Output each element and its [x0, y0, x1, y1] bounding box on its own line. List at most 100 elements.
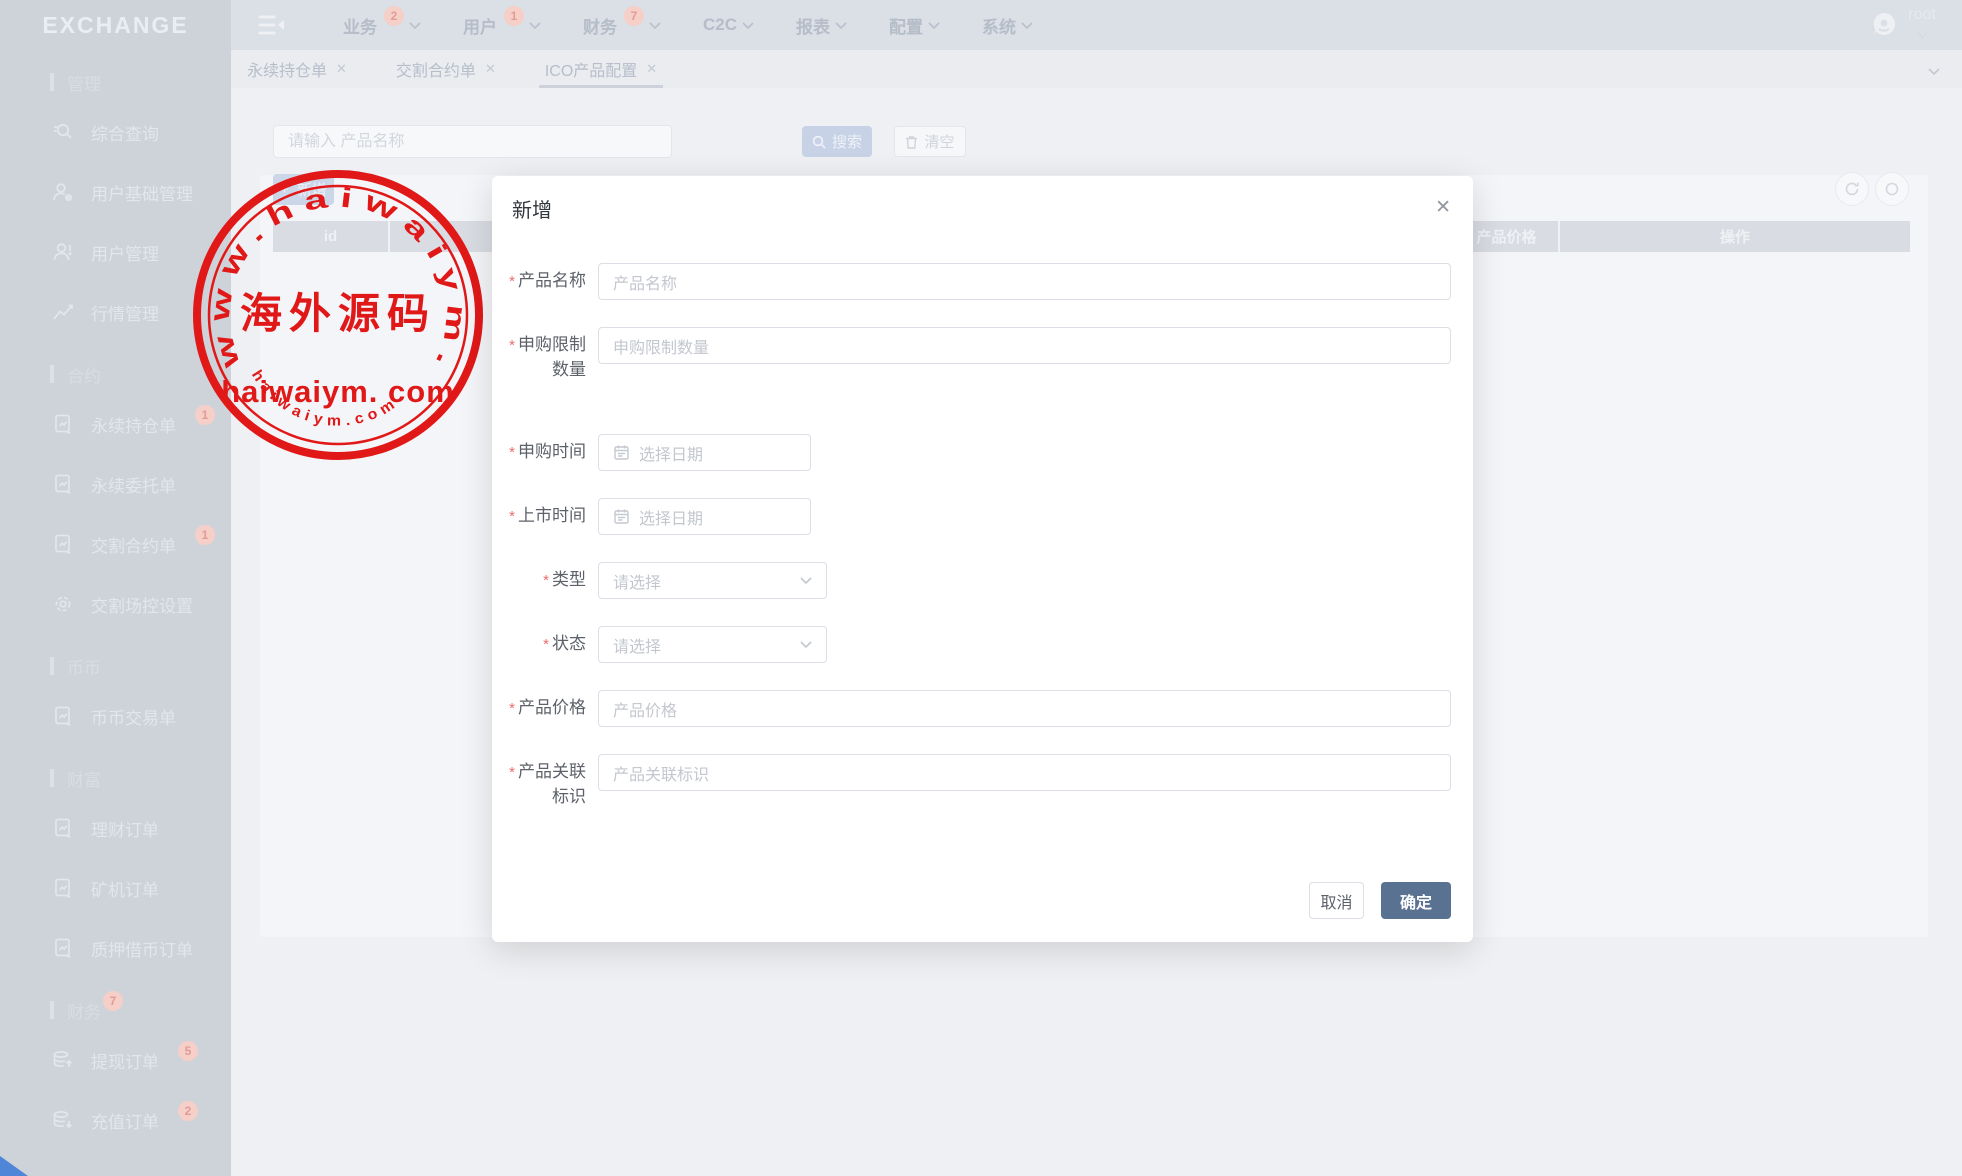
required-asterisk: * — [543, 572, 549, 589]
badge: 7 — [103, 991, 123, 1011]
modal-title: 新增 — [512, 200, 552, 222]
chevron-down-icon — [1917, 27, 1928, 43]
tabs-overflow-chevron-icon[interactable] — [1928, 63, 1940, 81]
sidebar: EXCHANGE 管理综合查询用户基础管理用户管理行情管理合约永续持仓单1永续委… — [0, 0, 231, 1176]
field-type-select[interactable]: 请选择 — [598, 562, 827, 599]
sidebar-section-title: 管理 — [0, 68, 231, 96]
sidebar-item-label: 用户基础管理 — [91, 180, 193, 205]
field-label: *申购限制数量 — [504, 327, 598, 382]
field-product-price-input[interactable]: 产品价格 — [598, 690, 1451, 727]
sidebar-item-user-management[interactable]: 用户管理 — [0, 222, 231, 282]
navbar-menu-user[interactable]: 用户1 — [463, 13, 541, 38]
sidebar-item-wealth-orders[interactable]: 理财订单 — [0, 798, 231, 858]
section-bar — [50, 1001, 54, 1019]
field-label: *状态 — [504, 626, 598, 663]
badge: 2 — [178, 1101, 198, 1121]
trash-icon — [905, 135, 918, 149]
field-purchase-limit-input[interactable]: 申购限制数量 — [598, 327, 1451, 364]
chevron-down-icon — [800, 641, 812, 649]
required-asterisk: * — [509, 764, 515, 781]
tab-delivery-contract[interactable]: 交割合约单 — [394, 50, 498, 88]
field-listing-time-input[interactable]: 选择日期 — [598, 498, 811, 535]
tab-label: ICO产品配置 — [545, 57, 637, 81]
calendar-icon — [613, 508, 630, 525]
sidebar-item-user-base-management[interactable]: 用户基础管理 — [0, 162, 231, 222]
field-label: *产品名称 — [504, 263, 598, 300]
chevron-down-icon — [649, 22, 661, 30]
tab-perpetual-position[interactable]: 永续持仓单 — [245, 50, 349, 88]
sidebar-item-label: 币币交易单 — [91, 704, 176, 729]
tab-ico-product-config[interactable]: ICO产品配置 — [543, 50, 659, 88]
navbar-menu-system[interactable]: 系统 — [982, 13, 1033, 38]
required-asterisk: * — [509, 700, 515, 717]
required-asterisk: * — [543, 636, 549, 653]
sidebar-item-miner-orders[interactable]: 矿机订单 — [0, 858, 231, 918]
sidebar-section-title: 财富 — [0, 764, 231, 792]
form-row-listing-time: *上市时间选择日期 — [504, 498, 1473, 535]
navbar-menu-c2c[interactable]: C2C — [703, 15, 754, 35]
sidebar-section-finance: 财务7提现订单5充值订单2 — [0, 996, 231, 1150]
tab-close-icon[interactable] — [485, 61, 496, 77]
search-button-label: 搜索 — [832, 131, 862, 152]
field-product-name-input[interactable]: 产品名称 — [598, 263, 1451, 300]
field-product-relation-id-input[interactable]: 产品关联标识 — [598, 754, 1451, 791]
sidebar-item-delivery-contract-orders[interactable]: 交割合约单1 — [0, 514, 231, 574]
menu-label: 报表 — [796, 13, 830, 38]
sidebar-item-label: 综合查询 — [91, 120, 159, 145]
cancel-button[interactable]: 取消 — [1309, 882, 1364, 919]
field-purchase-time-input[interactable]: 选择日期 — [598, 434, 811, 471]
sidebar-item-withdraw-orders[interactable]: 提现订单5 — [0, 1030, 231, 1090]
sidebar-item-label: 行情管理 — [91, 300, 159, 325]
sidebar-item-delivery-risk-settings[interactable]: 交割场控设置 — [0, 574, 231, 634]
navbar-menu-business[interactable]: 业务2 — [343, 13, 421, 38]
sidebar-section-contract: 合约永续持仓单1永续委托单交割合约单1交割场控设置 — [0, 360, 231, 634]
sidebar-item-comprehensive-query[interactable]: 综合查询 — [0, 102, 231, 162]
field-status-select[interactable]: 请选择 — [598, 626, 827, 663]
user-icon — [52, 241, 74, 263]
doc-icon — [52, 877, 74, 899]
form-row-status: *状态请选择 — [504, 626, 1473, 663]
search-input[interactable] — [273, 125, 672, 158]
navbar-menu-finance[interactable]: 财务7 — [583, 13, 661, 38]
gear-icon — [52, 593, 74, 615]
section-bar — [50, 769, 54, 787]
username: root — [1908, 7, 1936, 23]
search-button[interactable]: 搜索 — [802, 126, 872, 157]
refresh-button[interactable] — [1835, 172, 1869, 206]
sidebar-item-recharge-orders[interactable]: 充值订单2 — [0, 1090, 231, 1150]
menu-label: 配置 — [889, 13, 923, 38]
calendar-icon — [613, 444, 630, 461]
sidebar-item-spot-trade-orders[interactable]: 币币交易单 — [0, 686, 231, 746]
chart-icon — [52, 301, 74, 323]
sidebar-item-perpetual-entrust-orders[interactable]: 永续委托单 — [0, 454, 231, 514]
sidebar-item-label: 矿机订单 — [91, 876, 159, 901]
doc-icon — [52, 533, 74, 555]
sidebar-item-label: 交割场控设置 — [91, 592, 193, 617]
sidebar-collapse-icon[interactable] — [257, 13, 287, 37]
sidebar-item-market-management[interactable]: 行情管理 — [0, 282, 231, 342]
fullscreen-icon — [1884, 181, 1900, 197]
user-menu[interactable]: root — [1869, 7, 1936, 43]
sidebar-item-pledge-loan-orders[interactable]: 质押借币订单 — [0, 918, 231, 978]
tab-close-icon[interactable] — [646, 61, 657, 77]
navbar-menu-config[interactable]: 配置 — [889, 13, 940, 38]
navbar-menu-report[interactable]: 报表 — [796, 13, 847, 38]
menu-label: C2C — [703, 15, 737, 35]
clear-button[interactable]: 清空 — [894, 126, 966, 157]
close-icon[interactable] — [1435, 194, 1451, 219]
tab-close-icon[interactable] — [336, 61, 347, 77]
chevron-down-icon — [529, 22, 541, 30]
modal-footer: 取消 确定 — [1309, 882, 1451, 919]
sidebar-item-perpetual-position-orders[interactable]: 永续持仓单1 — [0, 394, 231, 454]
app: EXCHANGE 管理综合查询用户基础管理用户管理行情管理合约永续持仓单1永续委… — [0, 0, 1962, 1176]
add-button[interactable]: 新增 — [273, 174, 334, 205]
field-label: *产品价格 — [504, 690, 598, 727]
refresh-icon — [1844, 181, 1860, 197]
sidebar-section-wealth: 财富理财订单矿机订单质押借币订单 — [0, 764, 231, 978]
fullscreen-button[interactable] — [1875, 172, 1909, 206]
coins-up-icon — [52, 1049, 74, 1071]
confirm-button[interactable]: 确定 — [1381, 882, 1451, 919]
menu-label: 财务 — [583, 13, 617, 38]
coins-down-icon — [52, 1109, 74, 1131]
badge: 1 — [195, 405, 215, 425]
